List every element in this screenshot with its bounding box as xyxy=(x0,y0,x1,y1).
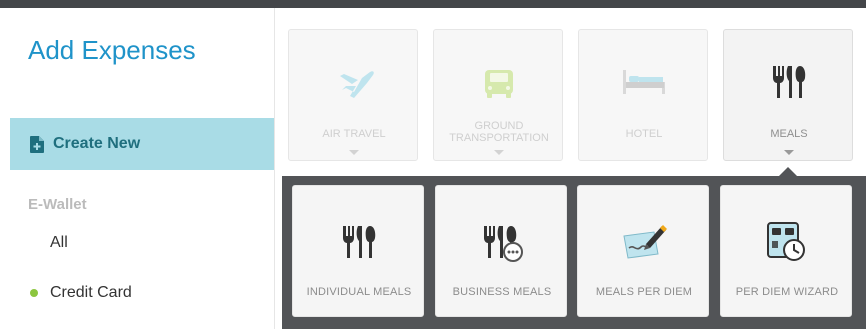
ewallet-item-label: Credit Card xyxy=(50,284,132,301)
status-dot xyxy=(30,289,38,297)
submenu-label: BUSINESS MEALS xyxy=(452,286,552,298)
submenu-individual-meals[interactable]: INDIVIDUAL MEALS xyxy=(292,185,424,317)
wizard-icon xyxy=(721,220,853,264)
utensils-icon xyxy=(724,60,854,104)
chevron-down-icon xyxy=(494,150,504,155)
submenu-per-diem-wizard[interactable]: PER DIEM WIZARD xyxy=(720,185,852,317)
chevron-down-icon xyxy=(349,150,359,155)
category-label: HOTEL xyxy=(625,128,663,140)
ewallet-heading: E-Wallet xyxy=(28,196,87,213)
chevron-down-icon xyxy=(784,150,794,155)
category-hotel[interactable]: HOTEL xyxy=(578,29,708,161)
airplane-icon xyxy=(289,60,419,104)
category-air-travel[interactable]: AIR TRAVEL xyxy=(288,29,418,161)
create-new-button[interactable]: Create New xyxy=(10,118,274,170)
bed-icon xyxy=(579,60,709,104)
car-icon xyxy=(434,60,564,104)
submenu-label: INDIVIDUAL MEALS xyxy=(306,286,412,298)
sidebar: Add Expenses Create New E-Wallet All Cre… xyxy=(10,8,275,329)
submenu-business-meals[interactable]: BUSINESS MEALS xyxy=(435,185,567,317)
category-meals[interactable]: MEALS xyxy=(723,29,853,161)
utensils-chat-icon xyxy=(436,220,568,264)
submenu-meals-per-diem[interactable]: MEALS PER DIEM xyxy=(577,185,709,317)
ewallet-item-all[interactable]: All xyxy=(50,234,68,252)
submenu-label: MEALS PER DIEM xyxy=(595,286,693,298)
category-label: GROUND TRANSPORTATION xyxy=(449,120,549,144)
submenu-label: PER DIEM WIZARD xyxy=(735,286,839,298)
category-label: AIR TRAVEL xyxy=(322,128,386,140)
create-new-label: Create New xyxy=(53,135,141,152)
page-title: Add Expenses xyxy=(28,35,196,65)
ewallet-item-credit-card[interactable]: Credit Card xyxy=(30,284,132,302)
category-ground-transportation[interactable]: GROUND TRANSPORTATION xyxy=(433,29,563,161)
utensils-icon xyxy=(293,220,425,264)
category-label: MEALS xyxy=(770,128,808,140)
signature-icon xyxy=(578,220,710,264)
new-document-icon xyxy=(30,135,44,153)
top-bar xyxy=(0,0,866,8)
